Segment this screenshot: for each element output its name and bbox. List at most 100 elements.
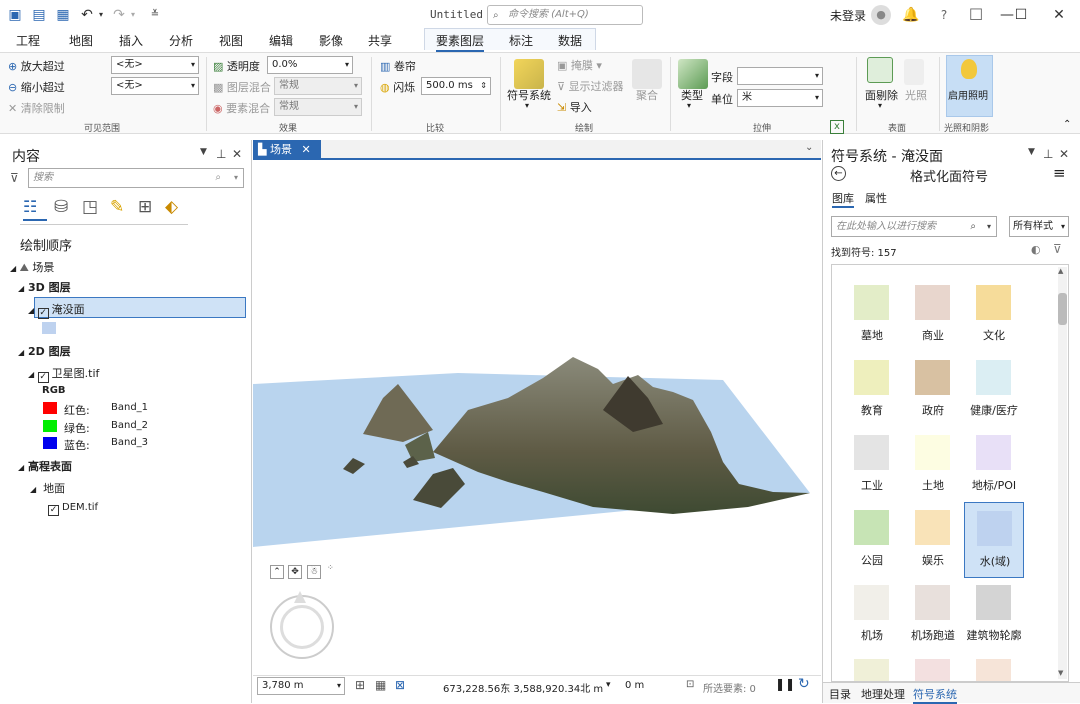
navigator-toggle-icon[interactable]: ⌃ xyxy=(270,565,284,579)
expression-icon[interactable]: x xyxy=(830,120,844,134)
zoom-out-beyond-button[interactable]: ⊖ 缩小超过 xyxy=(8,79,65,95)
tab-edit[interactable]: 编辑 xyxy=(269,32,293,49)
symbol-landmark[interactable]: 地标/POI xyxy=(964,429,1024,499)
extrusion-field-select[interactable]: ▾ xyxy=(737,67,823,85)
symbol-swatch-partial[interactable] xyxy=(854,659,889,681)
tab-symbology[interactable]: 符号系统 xyxy=(913,686,957,704)
refresh-icon[interactable]: ↻ xyxy=(798,676,810,692)
chevron-down-icon[interactable]: ▾ xyxy=(525,101,529,110)
flood-symbol-swatch[interactable] xyxy=(42,322,56,334)
ground-node[interactable]: ◢ 地面 xyxy=(30,480,65,496)
satellite-layer-node[interactable]: ◢ ✓ 卫星图.tif xyxy=(28,365,99,383)
customize-toolbar-icon[interactable]: ≚ xyxy=(146,6,164,24)
expand-icon[interactable]: ◢ xyxy=(18,463,24,472)
tab-list-chevron-icon[interactable]: ⌄ xyxy=(805,142,813,153)
tab-data[interactable]: 数据 xyxy=(558,32,582,49)
pane-menu-icon[interactable]: ▼ xyxy=(200,147,207,157)
symbol-building-footprint[interactable]: 建筑物轮廓 xyxy=(964,579,1024,649)
extrusion-type-icon[interactable] xyxy=(678,59,708,89)
expand-icon[interactable]: ◢ xyxy=(10,264,16,273)
tab-scene[interactable]: ▙ 场景 ✕ xyxy=(253,140,321,160)
list-by-selection-icon[interactable]: ◳ xyxy=(82,197,98,217)
layers-3d-heading[interactable]: ◢ 3D 图层 xyxy=(18,279,71,295)
close-pane-icon[interactable]: ✕ xyxy=(232,147,242,161)
flicker-button[interactable]: ◍ 闪烁 xyxy=(380,79,415,95)
scrollbar-thumb[interactable] xyxy=(1058,293,1067,325)
tab-properties[interactable]: 属性 xyxy=(865,190,887,206)
search-icon[interactable]: ⌕ xyxy=(215,169,221,187)
expand-icon[interactable]: ◢ xyxy=(30,485,36,494)
import-button[interactable]: ⇲ 导入 xyxy=(557,99,592,115)
pause-drawing-icon[interactable]: ❚❚ xyxy=(775,677,795,691)
symbol-cultural[interactable]: 文化 xyxy=(964,279,1024,349)
grid-icon[interactable]: ▦ xyxy=(375,678,386,692)
extrusion-type-button[interactable]: 类型 xyxy=(681,87,703,103)
extrusion-unit-select[interactable]: 米 ▾ xyxy=(737,89,823,107)
reference-scale-icon[interactable]: ⊞ xyxy=(355,678,365,692)
tab-geoprocessing[interactable]: 地理处理 xyxy=(861,686,905,702)
search-icon[interactable]: ⌕ xyxy=(970,217,976,236)
chevron-down-icon[interactable]: ▾ xyxy=(687,101,691,110)
close-pane-icon[interactable]: ✕ xyxy=(1059,147,1069,161)
signin-status[interactable]: 未登录 xyxy=(830,7,866,24)
scroll-up-icon[interactable]: ▲ xyxy=(1058,267,1063,275)
close-button[interactable]: ✕ xyxy=(1048,4,1070,26)
scene-node[interactable]: ◢ ⛰ 场景 xyxy=(10,259,54,275)
layer-visibility-checkbox[interactable]: ✓ xyxy=(48,505,59,516)
filter-icon[interactable]: ⊽ xyxy=(10,171,19,185)
list-by-labeling-icon[interactable]: ⬖ xyxy=(165,197,178,217)
list-by-editing-icon[interactable]: ✎ xyxy=(110,197,124,217)
clear-limits-button[interactable]: ✕ 清除限制 xyxy=(8,100,65,116)
pane-menu-icon[interactable]: ▼ xyxy=(1028,147,1035,157)
tab-feature-layer[interactable]: 要素图层 xyxy=(436,32,485,52)
symbol-swatch-partial[interactable] xyxy=(915,659,950,681)
symbology-icon[interactable] xyxy=(514,59,544,89)
chevron-down-icon[interactable]: ▾ xyxy=(878,101,882,110)
ribbon-display-icon[interactable]: ☐ xyxy=(965,4,987,26)
chevron-down-icon[interactable]: ▾ xyxy=(987,217,991,236)
spinner-icon[interactable]: ⇕ xyxy=(480,78,487,94)
tab-insert[interactable]: 插入 xyxy=(119,32,143,49)
flicker-rate-input[interactable]: 500.0 ms ⇕ xyxy=(421,77,491,95)
tab-gallery[interactable]: 图库 xyxy=(832,190,854,208)
expand-icon[interactable]: ◢ xyxy=(28,370,34,379)
notification-bell-icon[interactable]: 🔔 xyxy=(900,4,922,26)
first-person-icon[interactable]: ☃ xyxy=(307,565,321,579)
pin-icon[interactable]: ⊥ xyxy=(216,147,226,161)
tab-map[interactable]: 地图 xyxy=(69,32,93,49)
layer-blend-select[interactable]: 常规 ▾ xyxy=(274,77,362,95)
list-by-data-source-icon[interactable]: ⛁ xyxy=(54,197,68,217)
symbol-recreation[interactable]: 娱乐 xyxy=(903,504,963,574)
show-filter-button[interactable]: ⊽ 显示过滤器 xyxy=(557,78,624,94)
expand-icon[interactable]: ◢ xyxy=(28,306,34,315)
expand-icon[interactable]: ◢ xyxy=(18,284,24,293)
undo-dropdown-icon[interactable]: ▾ xyxy=(92,6,110,24)
avatar-icon[interactable]: ● xyxy=(871,5,891,25)
help-icon[interactable]: ? xyxy=(933,4,955,26)
list-by-drawing-order-icon[interactable]: ☷ xyxy=(23,197,47,221)
tab-catalog[interactable]: 目录 xyxy=(829,686,851,702)
expand-icon[interactable]: ◢ xyxy=(18,348,24,357)
symbol-search-input[interactable]: 在此处输入以进行搜索 ⌕ ▾ xyxy=(831,216,997,237)
elevation-surfaces-heading[interactable]: ◢ 高程表面 xyxy=(18,458,72,474)
filter-icon[interactable]: ⊽ xyxy=(1053,242,1062,256)
zoom-in-beyond-button[interactable]: ⊕ 放大超过 xyxy=(8,58,65,74)
symbol-swatch-partial[interactable] xyxy=(976,659,1011,681)
zoom-out-scale-select[interactable]: <无> ▾ xyxy=(111,77,199,95)
full-extent-icon[interactable]: ✥ xyxy=(288,565,302,579)
tab-imagery[interactable]: 影像 xyxy=(319,32,343,49)
collapse-ribbon-icon[interactable]: ⌃ xyxy=(1063,119,1071,130)
mask-button[interactable]: ▣ 掩膜 ▾ xyxy=(557,57,602,73)
tab-project[interactable]: 工程 xyxy=(16,32,40,49)
dem-layer-node[interactable]: ✓ DEM.tif xyxy=(48,502,98,516)
scroll-down-icon[interactable]: ▼ xyxy=(1058,669,1063,677)
scale-select[interactable]: 3,780 m ▾ xyxy=(257,677,345,695)
aggregate-button[interactable]: 聚合 xyxy=(636,87,658,103)
zoom-in-scale-select[interactable]: <无> ▾ xyxy=(111,56,199,74)
tab-share[interactable]: 共享 xyxy=(368,32,392,49)
coordinate-format-chevron-icon[interactable]: ▾ xyxy=(606,680,611,690)
redo-dropdown-icon[interactable]: ▾ xyxy=(124,6,142,24)
close-tab-icon[interactable]: ✕ xyxy=(301,143,310,156)
contents-search-input[interactable]: 搜索 ⌕ ▾ xyxy=(28,168,244,188)
flood-layer-node[interactable]: ◢ ✓ 淹没面 xyxy=(28,301,85,319)
